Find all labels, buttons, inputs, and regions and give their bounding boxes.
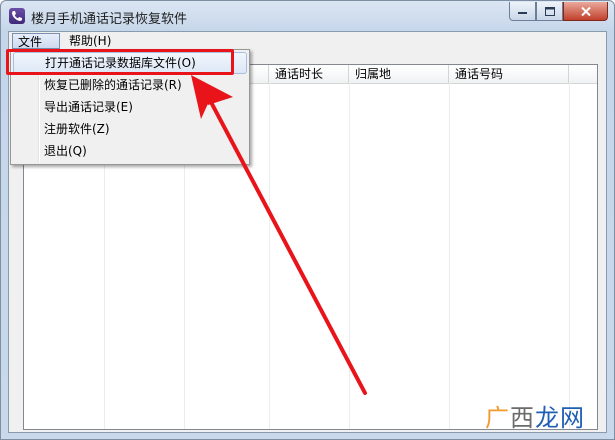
red-arrow-annotation [191, 75, 367, 395]
app-window: 楼月手机通话记录恢复软件 文件(F) 帮助(H) 通话时长 归属地 [0, 0, 615, 440]
watermark-logo: 广西龙网 [485, 399, 609, 432]
watermark-text: 广西龙网 [485, 403, 585, 432]
